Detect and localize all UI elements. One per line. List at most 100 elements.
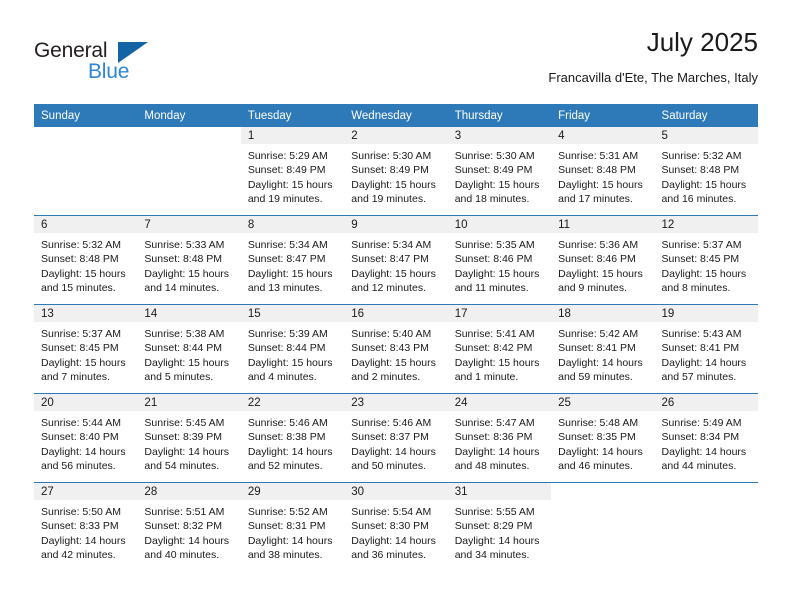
day-number: 16 [344, 305, 448, 322]
sunset-time: Sunset: 8:45 PM [41, 342, 119, 355]
calendar-day-cell[interactable]: 4 Sunrise: 5:31 AM Sunset: 8:48 PM Daylight… [551, 127, 655, 216]
sunrise-time: Sunrise: 5:42 AM [558, 328, 639, 340]
day-number: 17 [447, 305, 552, 322]
general-blue-logo[interactable]: General Blue [34, 28, 164, 86]
day-details: Sunrise: 5:42 AM Sunset: 8:41 PM Daylight:… [551, 322, 654, 384]
calendar-week-row: 27 Sunrise: 5:50 AM Sunset: 8:33 PM Dayligh… [34, 482, 758, 571]
daylight-duration-line2: and 12 minutes. [351, 281, 426, 294]
calendar-day-cell[interactable]: 5 Sunrise: 5:32 AM Sunset: 8:48 PM Daylight… [654, 127, 758, 216]
calendar-day-cell[interactable]: 11 Sunrise: 5:36 AM Sunset: 8:46 PM Dayligh… [551, 215, 655, 305]
daylight-duration-line1: Daylight: 14 hours [247, 534, 333, 547]
sunset-time: Sunset: 8:49 PM [247, 164, 326, 177]
day-details: Sunrise: 5:37 AM Sunset: 8:45 PM Daylight:… [655, 233, 758, 295]
calendar-day-cell[interactable]: 10 Sunrise: 5:35 AM Sunset: 8:46 PM Dayligh… [447, 215, 552, 305]
sunrise-time: Sunrise: 5:45 AM [144, 417, 225, 429]
sunset-time: Sunset: 8:32 PM [144, 520, 223, 533]
calendar-day-cell[interactable]: 6 Sunrise: 5:32 AM Sunset: 8:48 PM Daylight… [34, 215, 138, 305]
calendar-day-cell[interactable]: 13 Sunrise: 5:37 AM Sunset: 8:45 PM Dayligh… [34, 304, 138, 394]
daylight-duration-line2: and 46 minutes. [558, 459, 633, 472]
sunset-time: Sunset: 8:36 PM [454, 431, 533, 444]
day-number: 9 [344, 216, 448, 233]
sunset-time: Sunset: 8:33 PM [41, 520, 119, 533]
sunrise-time: Sunrise: 5:33 AM [144, 239, 225, 251]
calendar-day-cell[interactable]: 31 Sunrise: 5:55 AM Sunset: 8:29 PM Dayligh… [447, 482, 552, 571]
calendar-day-cell[interactable]: 1 Sunrise: 5:29 AM Sunset: 8:49 PM Daylight… [240, 127, 345, 216]
day-details: Sunrise: 5:52 AM Sunset: 8:31 PM Daylight:… [241, 500, 344, 562]
day-details: Sunrise: 5:50 AM Sunset: 8:33 PM Daylight:… [34, 500, 137, 562]
sunrise-time: Sunrise: 5:51 AM [144, 506, 225, 518]
sunset-time: Sunset: 8:39 PM [144, 431, 223, 444]
day-number: 30 [344, 483, 448, 500]
calendar-day-cell[interactable]: 25 Sunrise: 5:48 AM Sunset: 8:35 PM Dayligh… [551, 393, 655, 483]
calendar-day-cell-empty [551, 482, 655, 571]
day-number [551, 483, 655, 500]
day-details: Sunrise: 5:32 AM Sunset: 8:48 PM Daylight:… [655, 144, 758, 206]
sunset-time: Sunset: 8:40 PM [41, 431, 119, 444]
daylight-duration-line1: Daylight: 15 hours [454, 178, 540, 191]
day-number: 3 [447, 127, 552, 144]
day-details: Sunrise: 5:49 AM Sunset: 8:34 PM Daylight:… [655, 411, 758, 473]
daylight-duration-line2: and 7 minutes. [41, 370, 110, 383]
day-number: 20 [34, 394, 138, 411]
calendar-day-cell[interactable]: 19 Sunrise: 5:43 AM Sunset: 8:41 PM Dayligh… [654, 304, 758, 394]
calendar-day-cell[interactable]: 12 Sunrise: 5:37 AM Sunset: 8:45 PM Dayligh… [654, 215, 758, 305]
calendar-day-cell[interactable]: 29 Sunrise: 5:52 AM Sunset: 8:31 PM Dayligh… [240, 482, 345, 571]
page-title: July 2025 [646, 27, 758, 57]
calendar-day-cell[interactable]: 20 Sunrise: 5:44 AM Sunset: 8:40 PM Dayligh… [34, 393, 138, 483]
daylight-duration-line1: Daylight: 14 hours [454, 445, 540, 458]
sunset-time: Sunset: 8:48 PM [558, 164, 636, 177]
calendar-day-cell[interactable]: 3 Sunrise: 5:30 AM Sunset: 8:49 PM Daylight… [447, 127, 552, 216]
sunrise-time: Sunrise: 5:48 AM [558, 417, 639, 429]
day-details: Sunrise: 5:46 AM Sunset: 8:37 PM Daylight:… [344, 411, 447, 473]
calendar-day-cell[interactable]: 17 Sunrise: 5:41 AM Sunset: 8:42 PM Dayligh… [447, 304, 552, 394]
calendar-day-cell[interactable]: 24 Sunrise: 5:47 AM Sunset: 8:36 PM Dayligh… [447, 393, 552, 483]
sunset-time: Sunset: 8:45 PM [661, 253, 740, 266]
calendar-day-cell[interactable]: 16 Sunrise: 5:40 AM Sunset: 8:43 PM Dayligh… [344, 304, 448, 394]
calendar-day-cell[interactable]: 14 Sunrise: 5:38 AM Sunset: 8:44 PM Dayligh… [137, 304, 241, 394]
daylight-duration-line1: Daylight: 14 hours [41, 445, 126, 458]
daylight-duration-line2: and 19 minutes. [351, 192, 426, 205]
calendar-page: General Blue July 2025 Francavilla d'Ete… [0, 0, 792, 612]
calendar-day-cell[interactable]: 7 Sunrise: 5:33 AM Sunset: 8:48 PM Daylight… [137, 215, 241, 305]
daylight-duration-line2: and 15 minutes. [41, 281, 116, 294]
sunset-time: Sunset: 8:41 PM [558, 342, 636, 355]
daylight-duration-line1: Daylight: 15 hours [351, 178, 436, 191]
calendar-day-cell[interactable]: 18 Sunrise: 5:42 AM Sunset: 8:41 PM Dayligh… [551, 304, 655, 394]
calendar-day-cell[interactable]: 2 Sunrise: 5:30 AM Sunset: 8:49 PM Daylight… [344, 127, 448, 216]
daylight-duration-line1: Daylight: 15 hours [247, 356, 333, 369]
daylight-duration-line2: and 56 minutes. [41, 459, 116, 472]
day-details: Sunrise: 5:44 AM Sunset: 8:40 PM Daylight:… [34, 411, 137, 473]
sunset-time: Sunset: 8:47 PM [351, 253, 429, 266]
daylight-duration-line1: Daylight: 14 hours [351, 534, 436, 547]
day-number: 24 [447, 394, 552, 411]
sunset-time: Sunset: 8:42 PM [454, 342, 533, 355]
calendar-day-cell[interactable]: 23 Sunrise: 5:46 AM Sunset: 8:37 PM Dayligh… [344, 393, 448, 483]
weekday-header-monday: Monday [137, 104, 241, 127]
calendar-day-cell[interactable]: 9 Sunrise: 5:34 AM Sunset: 8:47 PM Daylight… [344, 215, 448, 305]
day-number: 19 [654, 305, 758, 322]
daylight-duration-line2: and 44 minutes. [661, 459, 737, 472]
sunset-time: Sunset: 8:49 PM [351, 164, 429, 177]
weekday-header-row: Sunday Monday Tuesday Wednesday Thursday Frid… [34, 104, 758, 127]
calendar-day-cell[interactable]: 30 Sunrise: 5:54 AM Sunset: 8:30 PM Dayligh… [344, 482, 448, 571]
month-calendar-table: Sunday Monday Tuesday Wednesday Thursday Frid… [34, 104, 758, 571]
sunset-time: Sunset: 8:43 PM [351, 342, 429, 355]
day-number: 29 [240, 483, 345, 500]
sunrise-time: Sunrise: 5:50 AM [41, 506, 121, 518]
daylight-duration-line2: and 4 minutes. [247, 370, 317, 383]
calendar-day-cell[interactable]: 15 Sunrise: 5:39 AM Sunset: 8:44 PM Dayligh… [240, 304, 345, 394]
calendar-day-cell[interactable]: 21 Sunrise: 5:45 AM Sunset: 8:39 PM Dayligh… [137, 393, 241, 483]
day-number: 26 [654, 394, 758, 411]
daylight-duration-line2: and 36 minutes. [351, 548, 426, 561]
daylight-duration-line2: and 48 minutes. [454, 459, 530, 472]
daylight-duration-line1: Daylight: 14 hours [41, 534, 126, 547]
sunset-time: Sunset: 8:41 PM [661, 342, 740, 355]
calendar-day-cell[interactable]: 22 Sunrise: 5:46 AM Sunset: 8:38 PM Dayligh… [240, 393, 345, 483]
calendar-day-cell[interactable]: 28 Sunrise: 5:51 AM Sunset: 8:32 PM Dayligh… [137, 482, 241, 571]
calendar-day-cell[interactable]: 26 Sunrise: 5:49 AM Sunset: 8:34 PM Dayligh… [654, 393, 758, 483]
day-number [137, 127, 241, 144]
calendar-day-cell[interactable]: 8 Sunrise: 5:34 AM Sunset: 8:47 PM Daylight… [240, 215, 345, 305]
calendar-day-cell[interactable]: 27 Sunrise: 5:50 AM Sunset: 8:33 PM Dayligh… [34, 482, 138, 571]
daylight-duration-line1: Daylight: 15 hours [144, 267, 230, 280]
daylight-duration-line2: and 52 minutes. [247, 459, 323, 472]
